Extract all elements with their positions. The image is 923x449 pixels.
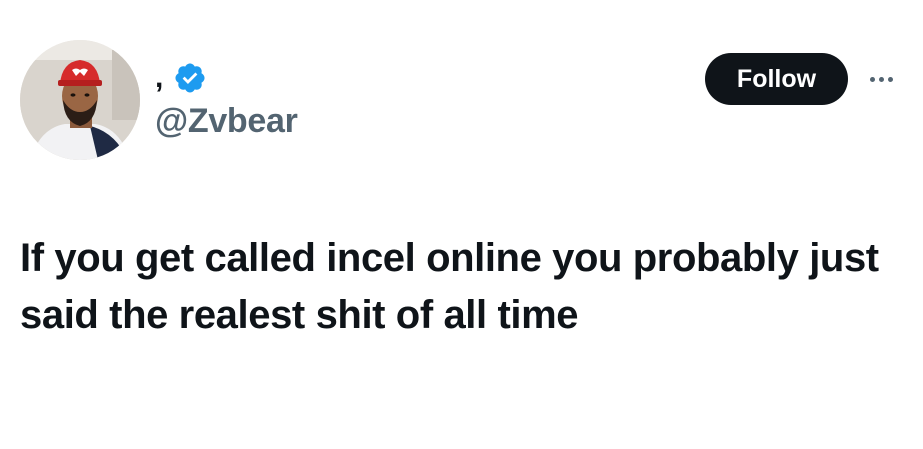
avatar-photo-icon	[20, 40, 140, 160]
avatar[interactable]	[20, 40, 140, 160]
more-options-icon[interactable]	[862, 68, 900, 90]
tweet-card: , @Zvbear Follow If you get called incel…	[0, 0, 923, 449]
display-name[interactable]: ,	[155, 63, 163, 93]
follow-button[interactable]: Follow	[705, 53, 848, 105]
more-dot	[878, 76, 884, 82]
author-name-row: ,	[155, 58, 207, 98]
more-dot	[869, 76, 875, 82]
author-handle[interactable]: @Zvbear	[155, 104, 298, 138]
verified-badge-icon	[173, 61, 207, 95]
more-dot	[887, 76, 893, 82]
tweet-text: If you get called incel online you proba…	[20, 236, 879, 337]
